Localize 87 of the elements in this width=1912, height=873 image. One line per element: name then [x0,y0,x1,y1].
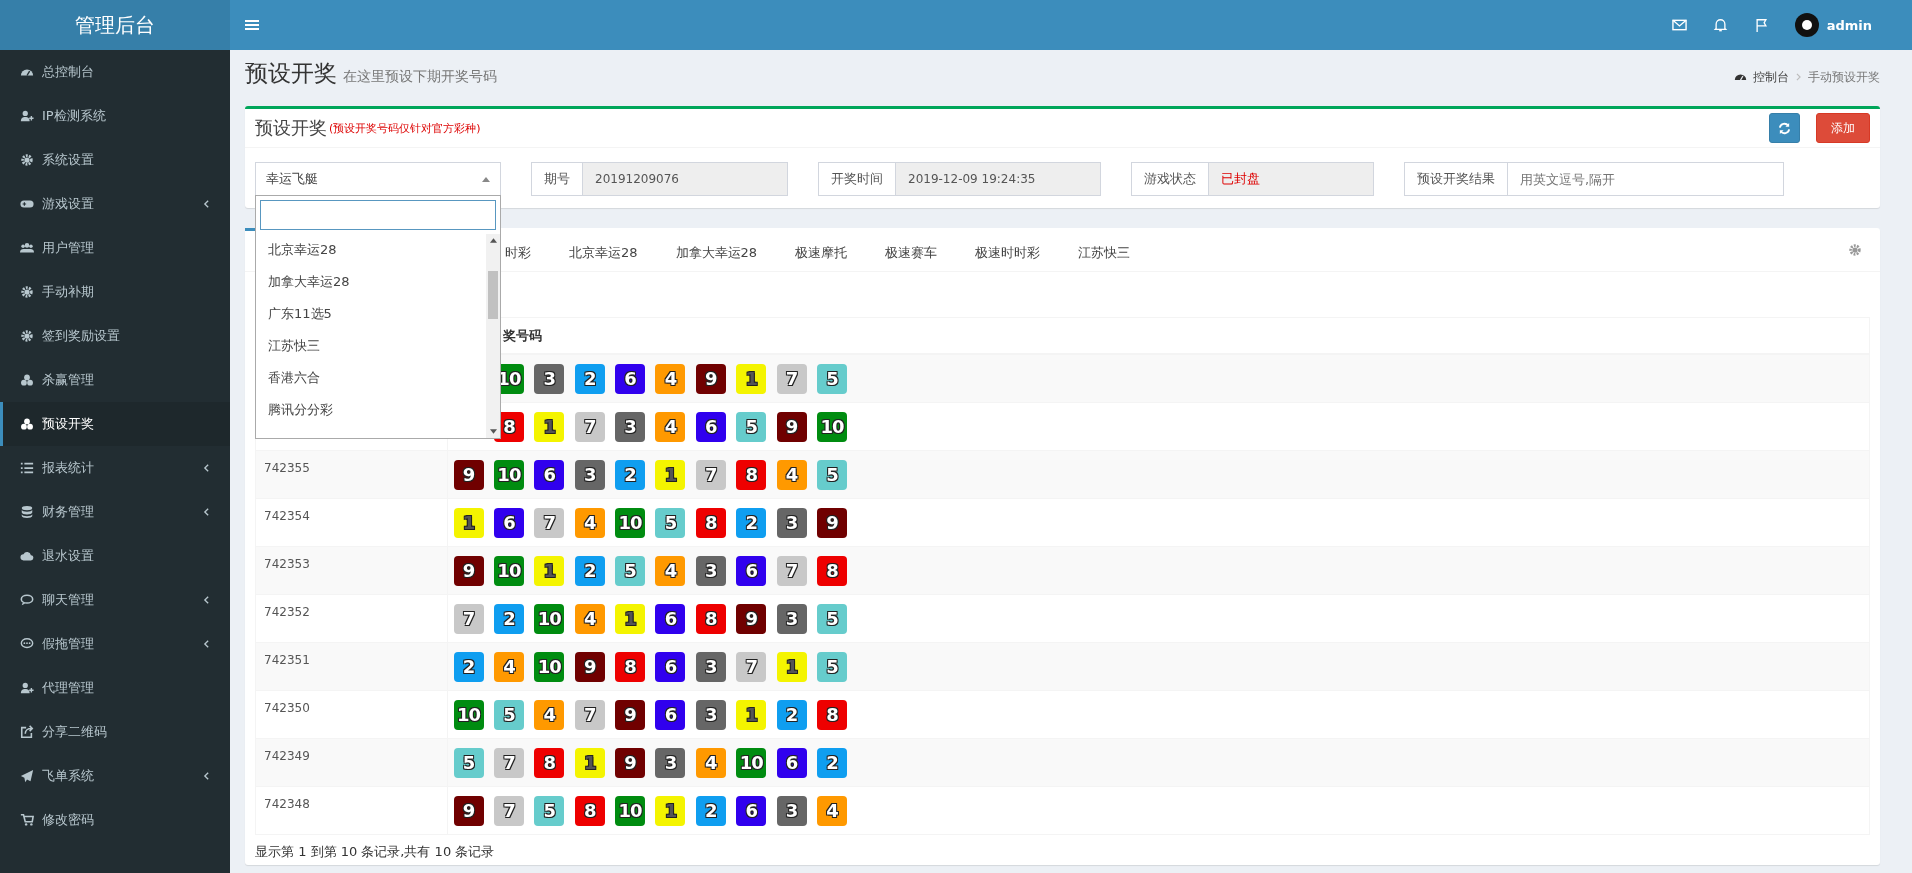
sidebar-item[interactable]: 代理管理 [0,666,230,710]
cubes-icon [20,417,34,431]
chat-icon [20,593,34,607]
field-value: 2019-12-09 19:24:35 [896,163,1100,195]
sidebar-item[interactable]: 签到奖励设置 [0,314,230,358]
sidebar-item[interactable]: 用户管理 [0,226,230,270]
period-cell: 742355 [264,461,310,475]
cog-icon [20,285,34,299]
record-count: 显示第 1 到第 10 条记录,共有 10 条记录 [254,843,496,861]
chevron-right-icon [1796,73,1801,81]
sidebar-item[interactable]: 假拖管理 [0,622,230,666]
dropdown-option[interactable]: 江苏快三 [256,330,486,362]
tab[interactable]: 北京幸运28 [550,228,657,271]
menu-icon[interactable] [245,19,259,31]
gauge-icon [1734,71,1747,81]
search-field[interactable] [260,200,496,230]
cogs-icon [20,153,34,167]
refresh-button[interactable] [1769,113,1800,143]
flag-icon[interactable] [1753,18,1769,32]
avatar-icon[interactable] [1794,13,1819,37]
period-cell: 742348 [264,797,310,811]
period-cell: 742354 [264,509,310,523]
period-cell: 742349 [264,749,310,763]
users-icon [20,241,34,255]
comment-icon [20,637,34,651]
sidebar-item[interactable]: 手动补期 [0,270,230,314]
add-button[interactable]: 添加 [1816,113,1870,143]
breadcrumb-link[interactable]: 手动预设开奖 [1808,70,1880,85]
scroll-down-icon[interactable] [489,429,497,434]
tab[interactable]: 极速摩托 [776,228,867,271]
plane-icon [20,769,34,783]
input-group[interactable]: 期号 20191209076 [531,162,788,196]
cart-icon [20,813,34,827]
list-icon [20,461,34,475]
input-group[interactable]: 游戏状态 已封盘 [1131,162,1374,196]
user-icon [20,109,34,123]
sidebar-item[interactable]: 退水设置 [0,534,230,578]
dropdown-option[interactable]: 北京幸运28 [256,234,486,266]
panel-title: 预设开奖 [255,116,327,140]
period-cell: 742350 [264,701,310,715]
page-title: 预设开奖 [245,59,337,88]
scrollbar[interactable] [486,234,500,438]
scroll-up-icon[interactable] [489,238,497,243]
column-header: 奖号码 [503,327,542,343]
user-name[interactable]: admin [1826,17,1872,33]
tab[interactable]: 加拿大幸运28 [656,228,777,271]
panel-note: (预设开奖号码仅针对官方彩种) [329,120,481,136]
breadcrumb-link[interactable]: 控制台 [1753,70,1789,85]
dropdown-option[interactable]: 加拿大幸运28 [256,266,486,298]
sidebar-item[interactable]: 报表统计 [0,446,230,490]
share-icon [20,725,34,739]
sidebar-item[interactable]: 总控制台 [0,50,230,94]
period-cell: 742353 [264,557,310,571]
tab[interactable]: 极速赛车 [866,228,957,271]
cloud-icon [20,549,34,563]
cubes-icon [20,373,34,387]
sidebar-item[interactable]: 分享二维码 [0,710,230,754]
refresh-icon [1778,121,1791,135]
tab[interactable]: 江苏快三 [1059,228,1150,271]
sidebar-item[interactable]: 系统设置 [0,138,230,182]
sidebar-item[interactable]: 游戏设置 [0,182,230,226]
sidebar-item[interactable]: IP检测系统 [0,94,230,138]
field-value: 20191209076 [583,163,787,195]
period-cell: 742352 [264,605,310,619]
period-cell: 742351 [264,653,310,667]
sidebar-item[interactable]: 修改密码 [0,798,230,842]
dropdown-option[interactable]: 香港六合 [256,362,486,394]
page-subtitle: 在这里预设下期开奖号码 [343,68,497,86]
sidebar-item[interactable]: 飞单系统 [0,754,230,798]
envelope-icon[interactable] [1671,18,1687,32]
sidebar-item[interactable]: 预设开奖 [0,402,230,446]
dropdown-option[interactable]: 广东11选5 [256,298,486,330]
field-value: 已封盘 [1209,163,1373,195]
bell-icon[interactable] [1712,18,1728,32]
input-group[interactable]: 预设开奖结果 用英文逗号,隔开 [1404,162,1784,196]
dropdown-option[interactable]: 腾讯分分彩 [256,394,486,426]
logo-text: 管理后台 [0,0,230,50]
user-icon [20,681,34,695]
tab[interactable]: 极速时时彩 [956,228,1060,271]
sidebar-item[interactable]: 财务管理 [0,490,230,534]
sidebar-item[interactable]: 杀赢管理 [0,358,230,402]
input-group[interactable]: 开奖时间 2019-12-09 19:24:35 [818,162,1101,196]
caret-icon [482,176,490,182]
cog-icon [20,329,34,343]
scrollbar-thumb[interactable] [488,271,498,319]
sidebar-item[interactable]: 聊天管理 [0,578,230,622]
settings-icon[interactable] [1848,242,1862,257]
